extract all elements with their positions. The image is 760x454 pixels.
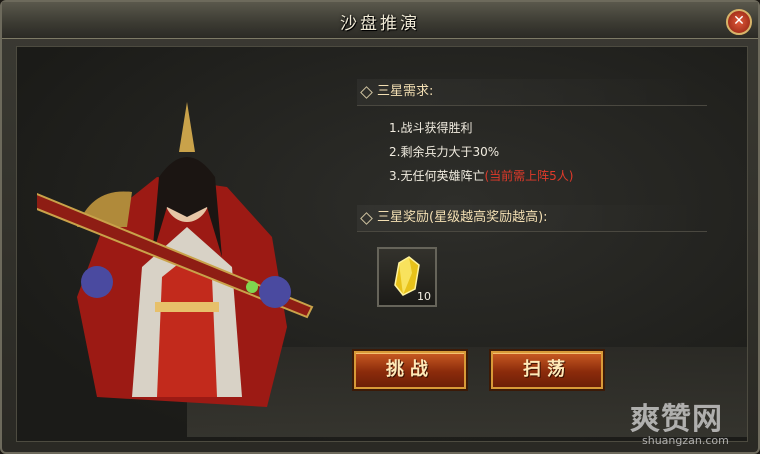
requirement-text: 1.战斗获得胜利 xyxy=(389,121,473,135)
reward-section: 三星奖励(星级越高奖励越高): xyxy=(357,205,707,232)
window-title: 沙盘推演 xyxy=(340,14,420,34)
requirement-warning: (当前需上阵5人) xyxy=(484,169,574,183)
requirement-item: 2.剩余兵力大于30% xyxy=(389,143,499,160)
reward-header-label: 三星奖励(星级越高奖励越高): xyxy=(377,210,548,225)
close-icon: ✕ xyxy=(733,13,745,29)
requirement-section: 三星需求: xyxy=(357,79,707,106)
requirement-text: 2.剩余兵力大于30% xyxy=(389,145,500,159)
requirement-item: 1.战斗获得胜利 xyxy=(389,119,472,136)
watermark-logo: 爽赞网 xyxy=(630,402,723,437)
reward-header: 三星奖励(星级越高奖励越高): xyxy=(357,205,707,232)
diamond-bullet-icon xyxy=(360,86,373,99)
title-bar: 沙盘推演 ✕ xyxy=(2,2,758,39)
challenge-button[interactable]: 挑战 xyxy=(354,351,466,389)
reward-count: 10 xyxy=(417,290,431,303)
sweep-button[interactable]: 扫荡 xyxy=(491,351,603,389)
hero-portrait xyxy=(37,102,314,407)
diamond-bullet-icon xyxy=(360,212,373,225)
dialog-window: 沙盘推演 ✕ 三星需求: 1.战斗获得胜利 2.剩余兵力大于30% 3.无任何英… xyxy=(0,0,760,454)
watermark-url: shuangzan.com xyxy=(642,434,729,447)
requirement-text: 3.无任何英雄阵亡 xyxy=(389,169,485,183)
requirement-item: 3.无任何英雄阵亡(当前需上阵5人) xyxy=(389,167,573,184)
requirement-header: 三星需求: xyxy=(357,79,707,106)
reward-item-slot[interactable]: 10 xyxy=(377,247,437,307)
requirement-header-label: 三星需求: xyxy=(377,84,434,99)
close-button[interactable]: ✕ xyxy=(726,9,752,35)
